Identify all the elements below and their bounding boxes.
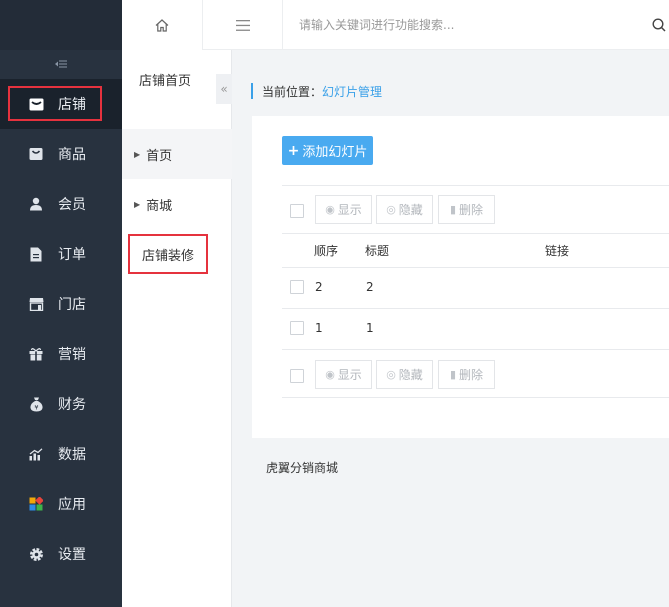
- delete-button[interactable]: ▮ 删除: [438, 195, 495, 224]
- show-button[interactable]: ◉ 显示: [315, 360, 372, 389]
- collapse-icon[interactable]: [0, 50, 122, 78]
- sidebar-item-finance[interactable]: ¥ 财务: [0, 379, 122, 429]
- row-title: 1: [366, 321, 374, 335]
- submenu-item-mall[interactable]: ▶ 商城: [122, 179, 232, 229]
- menu-icon: [235, 19, 250, 31]
- delete-label: 删除: [459, 368, 484, 382]
- sidebar-item-shop[interactable]: 门店: [0, 279, 122, 329]
- sidebar-item-label: 数据: [58, 447, 86, 463]
- row-checkbox[interactable]: [290, 321, 304, 335]
- select-all-checkbox[interactable]: [290, 369, 304, 383]
- submenu-item-label: 首页: [146, 148, 173, 164]
- logo-area: [0, 0, 122, 50]
- breadcrumb-prefix: 当前位置：: [262, 84, 323, 99]
- breadcrumb: 当前位置： 幻灯片管理: [251, 83, 382, 99]
- gift-icon: [28, 346, 44, 362]
- goods-icon: [28, 146, 44, 162]
- sidebar-item-order[interactable]: 订单: [0, 229, 122, 279]
- order-icon: [28, 246, 44, 262]
- row-order: 1: [315, 321, 323, 335]
- row-order: 2: [315, 280, 323, 294]
- hide-button[interactable]: ◎ 隐藏: [376, 360, 433, 389]
- double-chevron-left-icon: «: [220, 82, 228, 96]
- divider: [282, 185, 669, 186]
- add-slide-label: 添加幻灯片: [302, 145, 368, 160]
- divider: [282, 397, 669, 398]
- submenu-item-home[interactable]: ▶ 首页: [122, 129, 232, 179]
- eye-slash-icon: ◎: [386, 368, 396, 381]
- sidebar-item-label: 会员: [58, 197, 86, 213]
- highlight-frame-decoration: [128, 234, 208, 274]
- menu-toggle-button[interactable]: [203, 0, 283, 50]
- home-button[interactable]: [122, 0, 203, 50]
- sidebar-item-label: 订单: [58, 247, 86, 263]
- caret-right-icon: ▶: [134, 149, 141, 159]
- delete-button[interactable]: ▮ 删除: [438, 360, 495, 389]
- column-header-title: 标题: [365, 244, 390, 258]
- sidebar-item-apps[interactable]: 应用: [0, 479, 122, 529]
- home-icon: [155, 18, 169, 32]
- show-button[interactable]: ◉ 显示: [315, 195, 372, 224]
- highlight-frame-store: [8, 86, 102, 121]
- sidebar-item-label: 商品: [58, 147, 86, 163]
- sidebar-item-label: 营销: [58, 347, 86, 363]
- fold-submenu-button[interactable]: «: [216, 74, 232, 104]
- shop-icon: [28, 296, 44, 312]
- eye-icon: ◉: [325, 368, 335, 381]
- sidebar-item-label: 财务: [58, 397, 86, 413]
- sidebar-item-data[interactable]: 数据: [0, 429, 122, 479]
- search-input[interactable]: [299, 14, 629, 36]
- slides-panel: + 添加幻灯片 ◉ 显示 ◎ 隐藏 ▮ 删除 顺序 标题 链接 2 2 1 1 …: [252, 116, 669, 438]
- add-slide-button[interactable]: + 添加幻灯片: [282, 136, 373, 165]
- submenu-item-label: 商城: [146, 198, 173, 214]
- show-label: 显示: [337, 368, 362, 382]
- footer-brand: 虎翼分销商城: [266, 461, 339, 475]
- divider: [282, 308, 669, 309]
- submenu-title: 店铺首页: [138, 74, 191, 89]
- hide-button[interactable]: ◎ 隐藏: [376, 195, 433, 224]
- hide-label: 隐藏: [398, 368, 423, 382]
- eye-icon: ◉: [325, 203, 335, 216]
- search-button[interactable]: [649, 15, 669, 35]
- breadcrumb-current[interactable]: 幻灯片管理: [322, 83, 382, 100]
- select-all-checkbox[interactable]: [290, 204, 304, 218]
- sidebar-item-label: 门店: [58, 297, 86, 313]
- divider: [282, 233, 669, 234]
- column-header-order: 顺序: [314, 244, 339, 258]
- trash-icon: ▮: [449, 203, 457, 216]
- gear-icon: [28, 546, 44, 562]
- plus-icon: +: [287, 142, 300, 159]
- column-header-link: 链接: [545, 244, 570, 258]
- sidebar-item-label: 设置: [58, 547, 86, 563]
- top-bar: [203, 0, 669, 50]
- row-title: 2: [366, 280, 374, 294]
- sidebar-item-member[interactable]: 会员: [0, 179, 122, 229]
- search-icon: [652, 18, 666, 32]
- show-label: 显示: [337, 203, 362, 217]
- hide-label: 隐藏: [398, 203, 423, 217]
- divider: [282, 267, 669, 268]
- sidebar-item-goods[interactable]: 商品: [0, 129, 122, 179]
- apps-icon: [28, 496, 44, 512]
- chart-icon: [28, 446, 44, 462]
- trash-icon: ▮: [449, 368, 457, 381]
- delete-label: 删除: [459, 203, 484, 217]
- row-checkbox[interactable]: [290, 280, 304, 294]
- money-icon: ¥: [28, 396, 44, 412]
- user-icon: [28, 196, 44, 212]
- sidebar-item-label: 应用: [58, 497, 86, 513]
- caret-right-icon: ▶: [134, 199, 141, 209]
- sidebar-item-marketing[interactable]: 营销: [0, 329, 122, 379]
- svg-text:¥: ¥: [34, 403, 38, 411]
- eye-slash-icon: ◎: [386, 203, 396, 216]
- divider: [282, 349, 669, 350]
- sidebar-item-settings[interactable]: 设置: [0, 529, 122, 579]
